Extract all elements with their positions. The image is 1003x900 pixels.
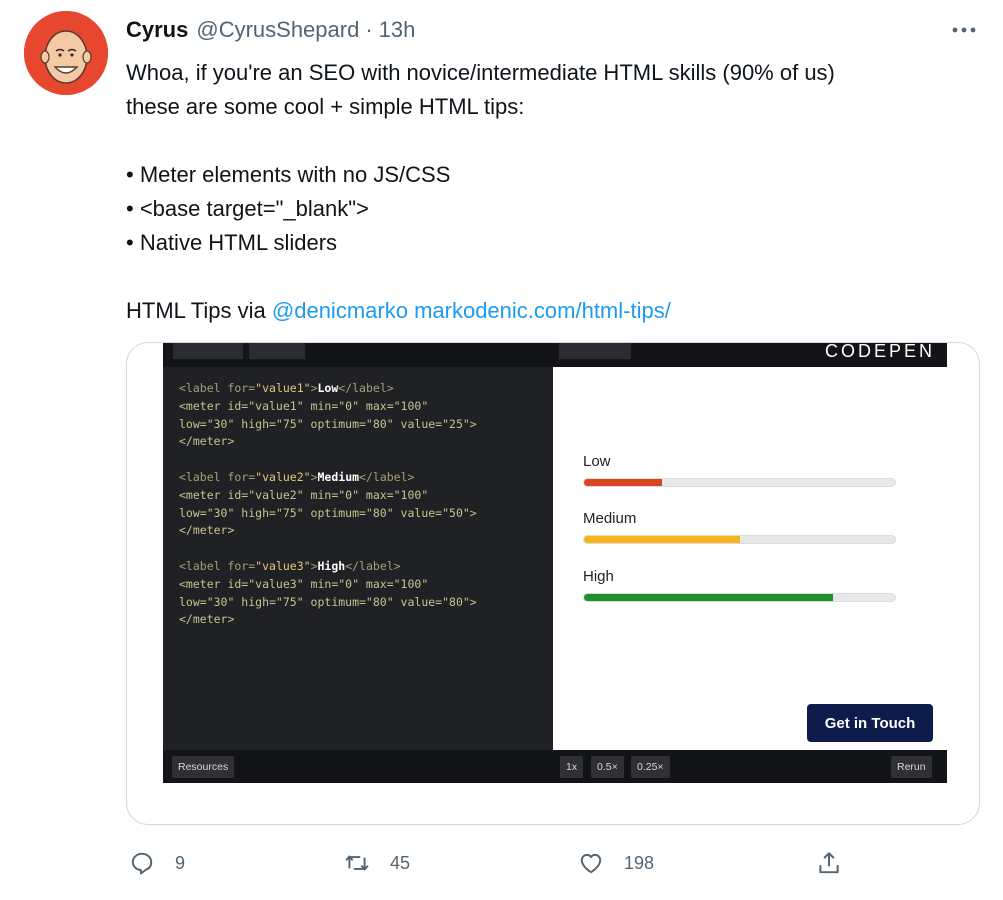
zoom-quarter-button[interactable]: 0.25× <box>631 756 670 778</box>
code-tag: > <box>310 469 318 484</box>
url-link[interactable]: markodenic.com/html-tips/ <box>414 298 671 323</box>
codepen-logo: CODEPEN <box>824 342 935 361</box>
code-line: <label for="value2">Medium</label> <box>179 469 553 487</box>
retweet-icon <box>345 855 369 871</box>
code-text: High <box>317 558 346 573</box>
code-tag: </label> <box>338 381 394 395</box>
tweet-text-line <box>126 124 976 158</box>
retweet-button[interactable]: 45 <box>344 840 410 886</box>
code-editor[interactable]: <label for="value1">Low</label> <meter i… <box>163 367 553 750</box>
like-count: 198 <box>624 852 655 873</box>
like-button[interactable]: 198 <box>578 840 654 886</box>
result-preview: Low Medium High Get in Touch <box>553 367 947 750</box>
mention-link[interactable]: @denicmarko <box>272 298 408 323</box>
retweet-count: 45 <box>390 852 411 873</box>
avatar-illustration-icon <box>24 11 108 95</box>
author-handle[interactable]: @CyrusShepard <box>196 17 359 43</box>
heart-icon <box>580 853 602 874</box>
code-line: <label for="value3">High</label> <box>179 558 553 576</box>
meter-fill-medium <box>584 536 740 543</box>
author-name[interactable]: Cyrus <box>126 17 188 43</box>
codepen-embed: CODEPEN <label for="value1">Low</label> … <box>163 343 947 783</box>
resources-button[interactable]: Resources <box>172 756 235 778</box>
tweet-text-line: • Native HTML sliders <box>126 230 338 255</box>
code-string: "value2" <box>255 469 311 484</box>
reply-button[interactable]: 9 <box>129 840 185 886</box>
code-line: <meter id="value3" min="0" max="100" <box>179 576 429 591</box>
tweet-header: Cyrus @CyrusShepard · 13h <box>126 14 415 46</box>
code-tag: </label> <box>345 558 401 573</box>
code-tag: <label for= <box>179 381 256 395</box>
header-separator: · <box>365 17 373 42</box>
code-line: <label for="value1">Low</label> <box>179 380 553 398</box>
meter-fill-high <box>584 594 833 601</box>
share-icon <box>819 852 839 874</box>
reply-count: 9 <box>175 852 186 873</box>
code-tag: > <box>310 558 318 573</box>
share-button[interactable] <box>816 840 842 886</box>
tab-result[interactable] <box>559 343 631 359</box>
tweet-text-line: Whoa, if you're an SEO with novice/inter… <box>126 60 835 85</box>
tweet-text: Whoa, if you're an SEO with novice/inter… <box>126 56 976 328</box>
meter-high <box>583 593 896 602</box>
tweet-text-last-line: HTML Tips via @denicmarko markodenic.com… <box>126 294 976 328</box>
code-tag: </label> <box>359 469 415 484</box>
code-text: Low <box>317 381 339 395</box>
tweet-text-line <box>126 260 976 294</box>
reply-bubble-icon <box>131 852 153 875</box>
code-line: </meter> <box>179 434 235 449</box>
code-line: </meter> <box>179 612 235 627</box>
rerun-button[interactable]: Rerun <box>891 756 932 778</box>
more-button[interactable] <box>944 14 984 46</box>
code-line: </meter> <box>179 523 235 538</box>
code-line: <meter id="value1" min="0" max="100" <box>179 398 429 413</box>
tweet-actions: 9 45 198 <box>0 840 1003 886</box>
tweet-text-line: • <base target="_blank"> <box>126 196 369 221</box>
tweet-text-line: • Meter elements with no JS/CSS <box>126 162 451 187</box>
code-tag: <label for= <box>179 469 256 484</box>
codepen-topbar: CODEPEN <box>163 343 947 367</box>
code-string: "value3" <box>255 558 311 573</box>
tab-css[interactable] <box>249 343 305 359</box>
tweet-time[interactable]: 13h <box>379 17 416 43</box>
media-card[interactable]: CODEPEN <label for="value1">Low</label> … <box>126 342 980 825</box>
meter-fill-low <box>584 479 662 486</box>
get-in-touch-button[interactable]: Get in Touch <box>807 704 933 742</box>
avatar[interactable] <box>24 11 108 95</box>
code-tag: <label for= <box>179 558 256 573</box>
code-line: low="30" high="75" optimum="80" value="5… <box>179 505 477 520</box>
meter-low <box>583 478 896 487</box>
more-dots-icon <box>952 27 976 33</box>
tweet-text-prefix: HTML Tips via <box>126 298 272 323</box>
meter-label-high: High <box>583 568 614 585</box>
code-text: Medium <box>317 469 360 484</box>
meter-label-medium: Medium <box>583 510 637 527</box>
code-line: <meter id="value2" min="0" max="100" <box>179 487 429 502</box>
meter-medium <box>583 535 896 544</box>
zoom-half-button[interactable]: 0.5× <box>591 756 624 778</box>
code-line: low="30" high="75" optimum="80" value="2… <box>179 416 477 431</box>
codepen-bottombar: Resources 1x 0.5× 0.25× Rerun <box>163 750 947 783</box>
tab-html[interactable] <box>173 343 243 359</box>
code-tag: > <box>310 381 318 395</box>
code-string: "value1" <box>255 381 311 395</box>
meter-label-low: Low <box>583 453 611 470</box>
tweet-text-line: these are some cool + simple HTML tips: <box>126 94 525 119</box>
zoom-1x-button[interactable]: 1x <box>560 756 584 778</box>
code-line: low="30" high="75" optimum="80" value="8… <box>179 594 477 609</box>
